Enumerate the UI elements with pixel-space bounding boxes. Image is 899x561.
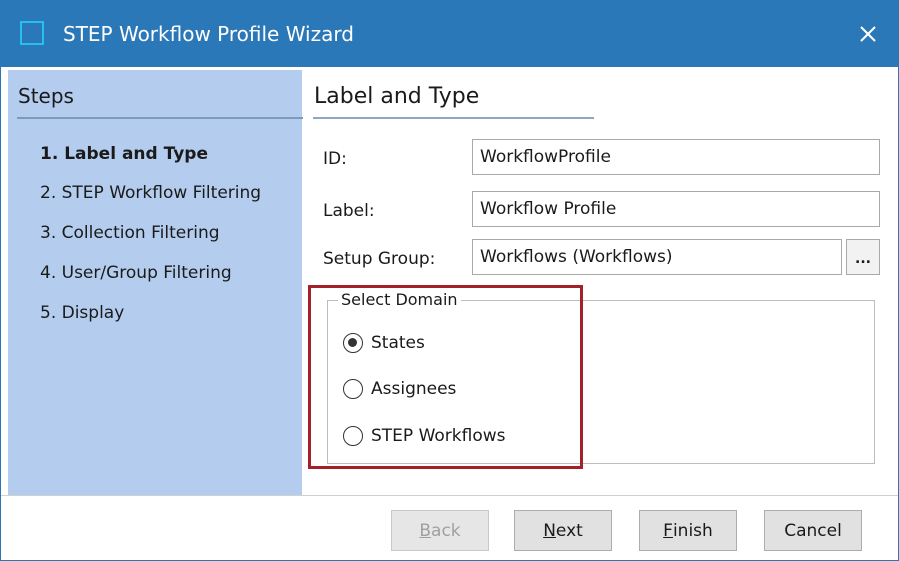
browse-button[interactable]: ...: [846, 239, 880, 275]
button-bar-divider: [1, 495, 898, 496]
finish-button-mnemonic: F: [663, 520, 673, 541]
step-user-group-filtering: 4. User/Group Filtering: [40, 263, 232, 283]
step-workflow-filtering: 2. STEP Workflow Filtering: [40, 183, 262, 203]
wizard-window: STEP Workflow Profile Wizard Steps 1. La…: [0, 0, 899, 561]
cancel-button-label: Cancel: [784, 520, 842, 541]
steps-divider: [17, 117, 303, 119]
steps-panel: Steps 1. Label and Type 2. STEP Workflow…: [8, 70, 303, 495]
setup-group-label: Setup Group:: [323, 249, 436, 269]
next-button-label: ext: [555, 520, 583, 541]
back-button[interactable]: Back: [391, 510, 489, 551]
steps-title: Steps: [18, 84, 74, 108]
back-button-mnemonic: B: [419, 520, 432, 541]
setup-group-input[interactable]: [472, 239, 842, 275]
id-input[interactable]: [472, 139, 880, 175]
window-title: STEP Workflow Profile Wizard: [63, 22, 354, 46]
close-button[interactable]: [838, 1, 898, 67]
label-input[interactable]: [472, 191, 880, 227]
back-button-label: ack: [431, 520, 461, 541]
browse-icon: ...: [855, 251, 871, 267]
step-collection-filtering: 3. Collection Filtering: [40, 223, 220, 243]
section-divider: [313, 117, 594, 119]
title-bar: STEP Workflow Profile Wizard: [1, 1, 898, 67]
close-icon: [860, 26, 876, 42]
id-label: ID:: [323, 149, 347, 169]
app-icon: [20, 21, 44, 45]
cancel-button[interactable]: Cancel: [764, 510, 862, 551]
step-display: 5. Display: [40, 303, 125, 323]
next-button-mnemonic: N: [543, 520, 556, 541]
finish-button[interactable]: Finish: [639, 510, 737, 551]
label-label: Label:: [323, 201, 375, 221]
highlight-frame: [308, 285, 583, 469]
next-button[interactable]: Next: [514, 510, 612, 551]
finish-button-label: inish: [672, 520, 713, 541]
section-title: Label and Type: [314, 84, 480, 109]
step-label-and-type: 1. Label and Type: [40, 144, 208, 164]
